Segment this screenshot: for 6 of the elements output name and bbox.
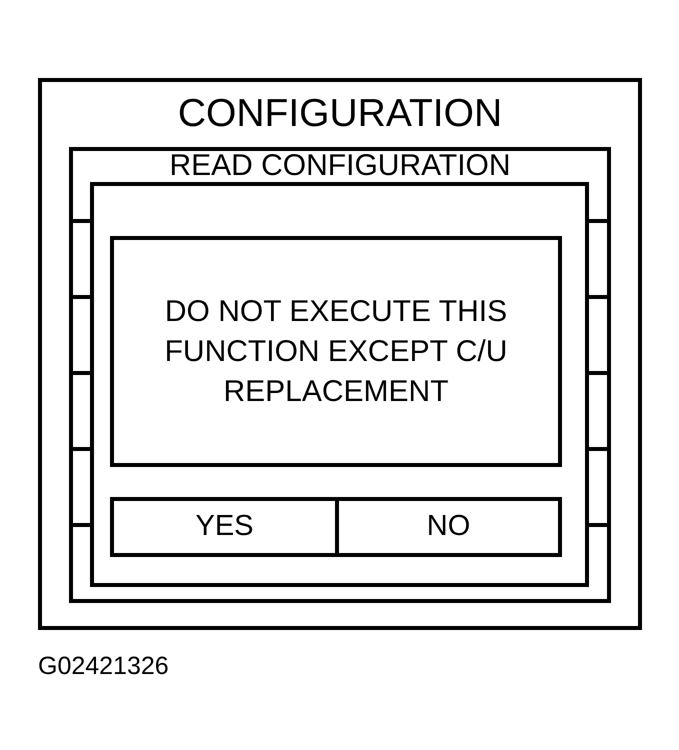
warning-message: DO NOT EXECUTE THIS FUNCTION EXCEPT C/U REPLACEMENT [164, 294, 508, 410]
yes-button[interactable]: YES [110, 497, 339, 557]
no-button[interactable]: NO [339, 497, 562, 557]
window-title: CONFIGURATION [178, 91, 502, 137]
figure-id: G02421326 [38, 651, 169, 681]
screen-heading: READ CONFIGURATION [169, 151, 511, 181]
